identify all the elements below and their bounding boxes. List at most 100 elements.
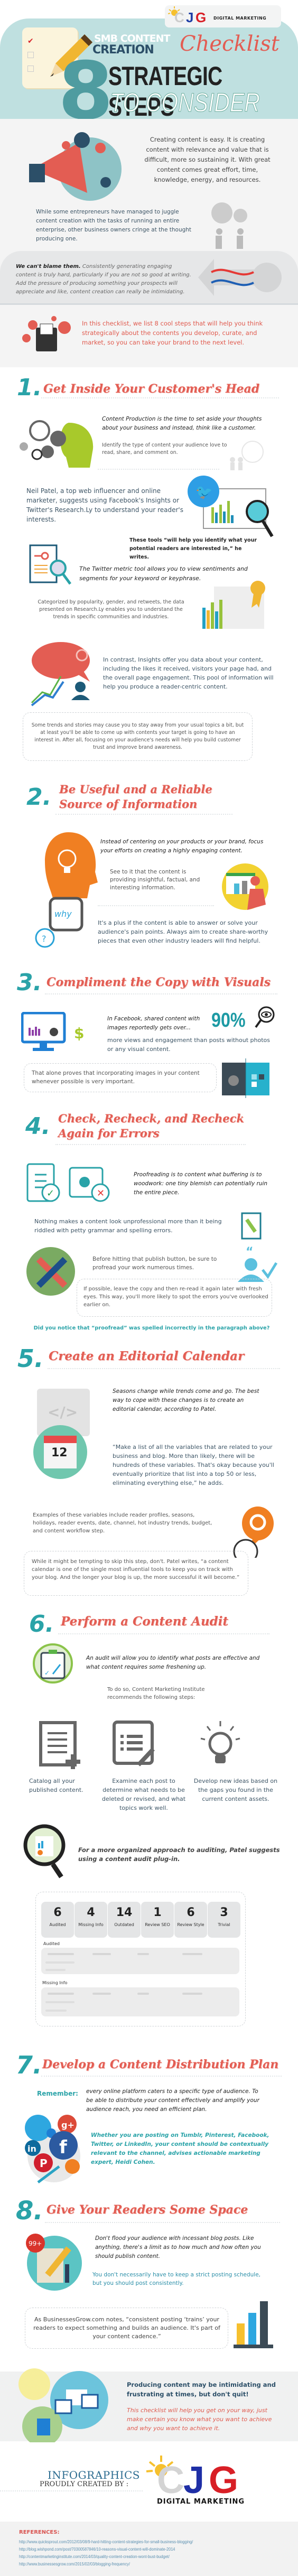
- blame-lead: We can't blame them.: [16, 264, 81, 269]
- divider: [98, 469, 219, 470]
- stat-value: 3: [220, 1906, 228, 1919]
- svg-text:f: f: [59, 2137, 68, 2158]
- step-7-number: 7.: [16, 2051, 42, 2079]
- stat-card[interactable]: 1 Review SEO: [141, 1902, 174, 1938]
- edit-list-icon: [113, 1721, 155, 1766]
- stat-card[interactable]: 3 Trivial: [208, 1902, 240, 1938]
- pencil-ruler-icon: [26, 1247, 75, 1296]
- intro-paragraph: Creating content is easy. It is creating…: [144, 136, 271, 183]
- step-3-text-1: In Facebook, shared content with images …: [107, 1016, 200, 1031]
- stat-label: Trivial: [218, 1922, 230, 1927]
- code-glyph: </>: [48, 1403, 78, 1421]
- stat-card[interactable]: 6 Review Style: [174, 1902, 207, 1938]
- remember-label: Remember:: [37, 2090, 78, 2097]
- step-7-text-1: every online platform caters to a specif…: [86, 2088, 259, 2113]
- table-label: Audited: [43, 1941, 60, 1946]
- divider: [58, 1633, 269, 1634]
- divider: [45, 2222, 280, 2223]
- step-4-callout: Did you notice that “proofread” was spel…: [33, 1325, 270, 1331]
- step-6-text-2: To do so, Content Marketing Institute re…: [107, 1687, 205, 1700]
- divider: [45, 993, 277, 994]
- blame-paragraph: We can't blame them. Consistently genera…: [16, 263, 193, 296]
- stat-value: 6: [187, 1906, 195, 1919]
- step-4-text-2: Nothing makes a content look unprofessio…: [34, 1218, 222, 1234]
- svg-text:in: in: [27, 2144, 36, 2154]
- stat-label: Outdated: [114, 1922, 134, 1927]
- checklist-intro-text: In this checklist, we list 8 cool steps …: [82, 320, 263, 346]
- step-7-text-2: Whether you are posting on Tumblr, Pinte…: [91, 2132, 269, 2165]
- svg-text:P: P: [40, 2157, 48, 2170]
- rss-icon: [65, 2159, 80, 2174]
- twitter-icon: [25, 2115, 51, 2141]
- customer-head-icon: [20, 420, 94, 468]
- step-2-title: Be Useful and a Reliable Source of Infor…: [59, 783, 212, 811]
- divider: [48, 1368, 280, 1369]
- reference-link[interactable]: http://www.quicksprout.com/2012/03/08/9-…: [19, 2538, 193, 2546]
- step-2-text-3: It's a plus if the content is able to an…: [98, 919, 268, 944]
- step-4-number: 4.: [25, 1113, 51, 1140]
- step-4-note: If possible, leave the copy and then re-…: [83, 1286, 268, 1308]
- stat-value: 1: [153, 1906, 162, 1919]
- clipboard-icon: ✓: [33, 1643, 73, 1684]
- monitor-revenue-icon: $: [21, 1012, 84, 1051]
- analytics-bubbles-icon: [18, 2368, 108, 2442]
- step-1-note: Some trends and stories may cause you to…: [31, 722, 244, 750]
- edit-document-icon: [241, 1212, 262, 1240]
- bar-chart-icon: [234, 2301, 273, 2348]
- stat-value: 4: [87, 1906, 95, 1919]
- step-6-number: 6.: [29, 1611, 54, 1638]
- brand-name: DIGITAL MARKETING: [157, 2498, 245, 2506]
- step-8-number: 8.: [16, 2196, 43, 2226]
- step-5-title: Create an Editorial Calendar: [49, 1349, 245, 1363]
- award-chart-icon: [202, 581, 265, 629]
- add-document-icon: [39, 1721, 80, 1769]
- audit-step-3: Develop new ideas based on the gaps you …: [193, 1778, 278, 1802]
- brand-name: DIGITAL MARKETING: [213, 16, 267, 21]
- divider: [0, 2490, 143, 2491]
- brand-logo[interactable]: CJG DIGITAL MARKETING: [165, 5, 281, 27]
- stat-card[interactable]: 6 Audited: [41, 1902, 74, 1938]
- reference-link[interactable]: http://www.businessesgrow.com/2015/02/03…: [19, 2561, 130, 2568]
- reference-link[interactable]: http://contentmarketinginstitute.com/201…: [19, 2553, 170, 2561]
- report-magnifier-icon: [23, 1824, 66, 1878]
- audit-step-1: Catalog all your published content.: [29, 1778, 83, 1793]
- audit-table: [41, 1987, 239, 2016]
- hero-line-4: TO CONSIDER: [110, 88, 260, 118]
- stat-label: Missing Info: [78, 1922, 104, 1927]
- table-label: Missing Info: [42, 1980, 68, 1985]
- step-6-title: Perform a Content Audit: [61, 1614, 229, 1629]
- references-title: REFERENCES:: [19, 2529, 60, 2535]
- svg-text:$: $: [74, 1025, 84, 1042]
- stat-card[interactable]: 14 Outdated: [108, 1902, 141, 1938]
- step-8-text-2: You don't necessarily have to keep a str…: [92, 2272, 261, 2286]
- footer-brand-logo[interactable]: C J G DIGITAL MARKETING: [145, 2454, 264, 2510]
- step-5-text-1: Seasons change while trends come and go.…: [113, 1388, 259, 1412]
- reviewer-icon: “: [238, 1246, 278, 1282]
- megaphone-icon: [29, 132, 122, 201]
- credit-title: INFOGRAPHICS: [48, 2469, 140, 2481]
- divider: [41, 2076, 282, 2077]
- step-8-text-1: Don't flood your audience with incessant…: [95, 2235, 261, 2259]
- blog-overload-icon: 99+: [26, 2234, 82, 2291]
- twitter-analytics-icon: 🐦: [188, 476, 274, 537]
- step-3-text-2: more views and engagement than posts wit…: [107, 1037, 270, 1053]
- gear-clock-icon: [233, 1506, 274, 1558]
- stat-card[interactable]: 4 Missing Info: [74, 1902, 107, 1938]
- why-label: why: [54, 909, 72, 919]
- audit-step-2: Examine each post to determine what need…: [101, 1778, 186, 1811]
- step-1-text-6: Categorized by popularity, gender, and r…: [38, 599, 184, 620]
- divider: [98, 905, 214, 906]
- presenter-icon: [222, 863, 268, 910]
- step-7-title: Develop a Content Distribution Plan: [42, 2058, 279, 2071]
- step-1-text-2: Identify the type of content your audien…: [102, 442, 227, 455]
- step-4-text-3: Before hitting that publish button, be s…: [92, 1256, 217, 1271]
- stat-label: Review SEO: [145, 1922, 170, 1927]
- gears-people-icon: [211, 202, 247, 249]
- reference-link[interactable]: http://blog.wishpond.com/post/7030058784…: [19, 2546, 175, 2553]
- step-1-title: Get Inside Your Customer's Head: [43, 382, 260, 396]
- step-8-quote: As BusinessesGrow.com notes, “consistent…: [33, 2316, 220, 2340]
- arrows-icon: [198, 259, 282, 296]
- stat-value: 14: [116, 1906, 133, 1919]
- divider: [55, 814, 232, 815]
- calendar-day: 12: [51, 1446, 68, 1459]
